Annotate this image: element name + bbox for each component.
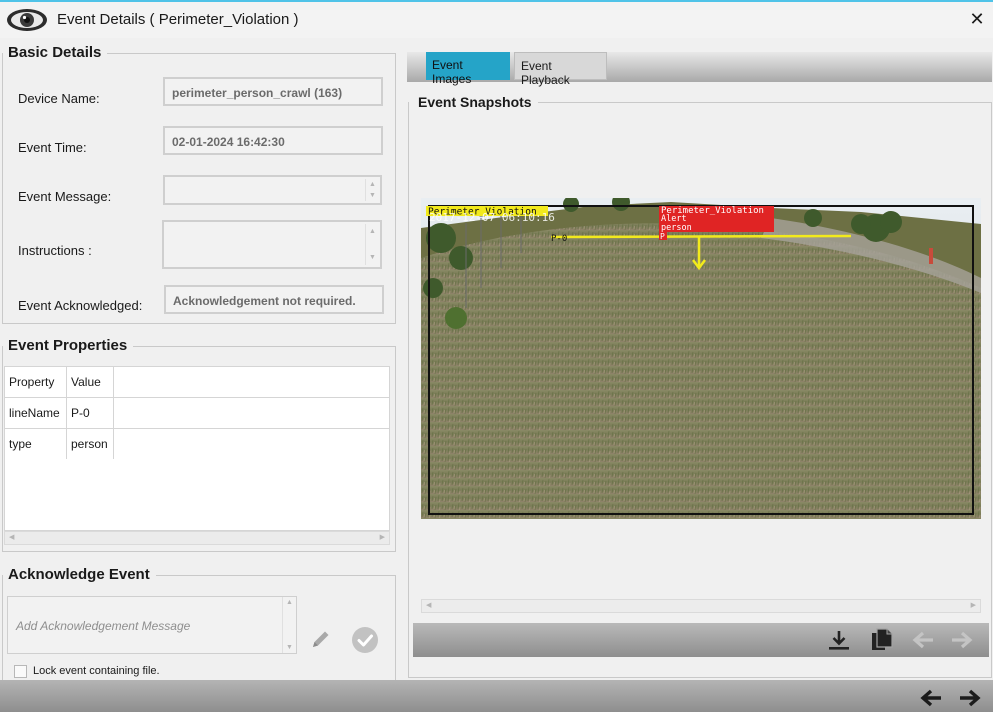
scroll-left-icon[interactable]: ◀: [9, 533, 14, 541]
scroll-up-icon[interactable]: ▲: [286, 599, 293, 606]
table-filler-cell: [113, 366, 390, 398]
value-cell: P-0: [66, 397, 114, 429]
prev-event-icon[interactable]: [919, 688, 943, 708]
overlay-timestamp: 2017-12-07 06:10:16: [429, 211, 555, 224]
overlay-line-label: P-0: [551, 234, 567, 244]
device-name-label: Device Name:: [18, 91, 100, 106]
column-header-value[interactable]: Value: [66, 366, 114, 398]
scroll-down-icon[interactable]: ▼: [369, 254, 376, 261]
properties-horizontal-scrollbar[interactable]: ◀ ▶: [4, 531, 390, 545]
tab-event-playback[interactable]: Event Playback: [514, 52, 607, 87]
value-cell: person: [66, 428, 114, 460]
instructions-field[interactable]: ▲ ▼: [162, 220, 382, 269]
window-title: Event Details ( Perimeter_Violation ): [57, 11, 299, 28]
bottom-nav-bar: [0, 680, 993, 712]
lock-event-checkbox[interactable]: [14, 665, 27, 678]
scroll-down-icon[interactable]: ▼: [286, 644, 293, 651]
snapshots-horizontal-scrollbar[interactable]: ◀ ▶: [421, 599, 981, 613]
event-time-label: Event Time:: [18, 140, 87, 155]
ack-input-scrollbar[interactable]: ▲ ▼: [282, 597, 295, 653]
scroll-right-icon[interactable]: ▶: [971, 601, 976, 609]
lock-event-label: Lock event containing file.: [33, 665, 160, 677]
basic-details-heading: Basic Details: [8, 44, 108, 61]
close-button[interactable]: ✕: [966, 8, 988, 30]
next-event-icon[interactable]: [958, 688, 982, 708]
eye-icon: [7, 9, 47, 31]
overlay-alert-line-id: P: [660, 232, 665, 241]
prev-image-icon[interactable]: [910, 628, 936, 652]
checkmark-icon: [357, 634, 373, 647]
instructions-label: Instructions :: [18, 243, 92, 258]
scroll-up-icon[interactable]: ▲: [369, 181, 376, 188]
property-cell: type: [4, 428, 67, 460]
copy-icon[interactable]: [869, 628, 895, 652]
event-snapshot-image[interactable]: Perimeter_Violation 2017-12-07 06:10:16 …: [421, 198, 981, 519]
title-bar: Event Details ( Perimeter_Violation ) ✕: [0, 2, 993, 38]
event-message-scrollbar[interactable]: ▲ ▼: [365, 179, 378, 201]
acknowledgement-message-input[interactable]: Add Acknowledgement Message: [7, 596, 297, 654]
property-cell: lineName: [4, 397, 67, 429]
overlay-alert-class: person: [661, 223, 692, 233]
next-image-icon[interactable]: [949, 628, 975, 652]
column-header-property[interactable]: Property: [4, 366, 67, 398]
scroll-up-icon[interactable]: ▲: [369, 228, 376, 235]
snapshots-heading: Event Snapshots: [418, 94, 538, 110]
pencil-icon[interactable]: [310, 628, 332, 650]
scroll-left-icon[interactable]: ◀: [426, 601, 431, 609]
table-row[interactable]: type person: [4, 428, 390, 460]
device-name-field[interactable]: perimeter_person_crawl (163): [163, 77, 383, 106]
event-acknowledged-label: Event Acknowledged:: [18, 298, 143, 313]
table-header-row: Property Value: [4, 366, 390, 398]
snapshot-toolbar: [413, 623, 989, 657]
event-message-label: Event Message:: [18, 189, 112, 204]
event-time-field[interactable]: 02-01-2024 16:42:30: [163, 126, 383, 155]
acknowledge-heading: Acknowledge Event: [8, 566, 156, 583]
table-empty-area: [4, 459, 390, 531]
scroll-right-icon[interactable]: ▶: [380, 533, 385, 541]
event-properties-heading: Event Properties: [8, 337, 134, 354]
table-filler-cell: [113, 397, 390, 429]
event-message-field[interactable]: ▲ ▼: [163, 175, 382, 205]
table-filler-cell: [113, 428, 390, 460]
scroll-down-icon[interactable]: ▼: [369, 192, 376, 199]
tab-event-images[interactable]: Event Images: [426, 52, 510, 86]
download-icon[interactable]: [826, 628, 852, 652]
instructions-scrollbar[interactable]: ▲ ▼: [365, 224, 378, 265]
table-row[interactable]: lineName P-0: [4, 397, 390, 429]
submit-acknowledge-button[interactable]: [352, 627, 378, 653]
event-acknowledged-field[interactable]: Acknowledgement not required.: [164, 285, 384, 314]
properties-table: Property Value lineName P-0 type person: [4, 366, 390, 460]
